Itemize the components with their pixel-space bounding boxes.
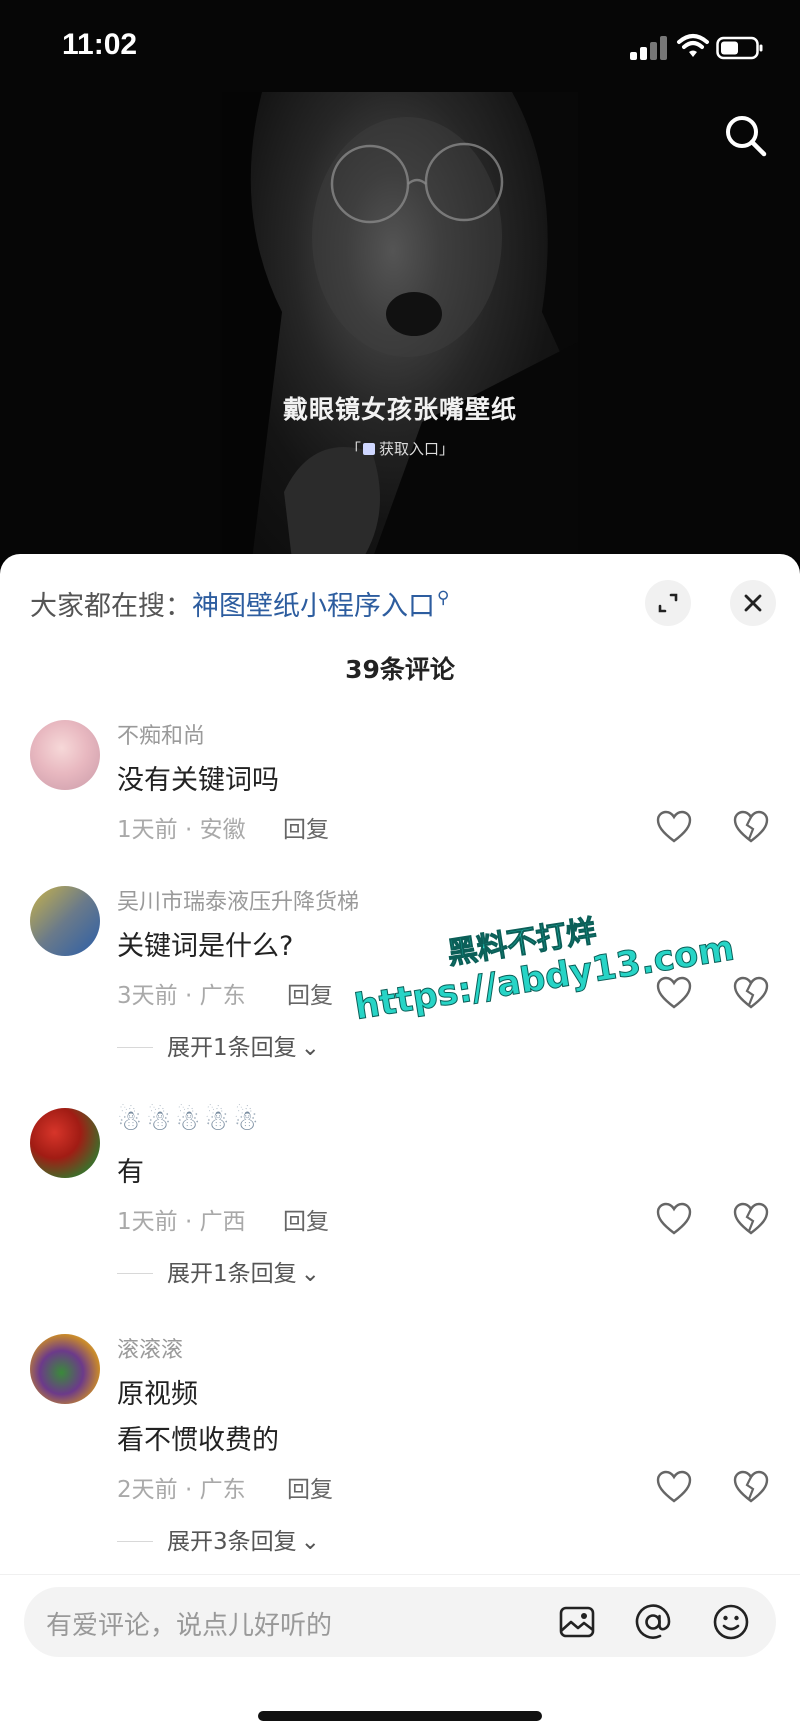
search-suggestion[interactable]: 大家都在搜：神图壁纸小程序入口 ⚲ <box>30 584 449 623</box>
home-indicator <box>258 1711 542 1721</box>
chevron-down-icon: ⌄ <box>300 1035 320 1061</box>
reply-button[interactable]: 回复 <box>287 976 333 1010</box>
reply-button[interactable]: 回复 <box>283 1202 329 1236</box>
comment-username[interactable]: 滚滚滚 <box>117 1332 183 1364</box>
broken-heart-icon[interactable] <box>733 976 769 1010</box>
image-icon[interactable] <box>558 1603 596 1641</box>
comment-meta: 3天前 · 广东 <box>117 983 246 1009</box>
wifi-icon <box>677 34 709 57</box>
expand-replies-label: 展开3条回复 <box>167 1529 297 1555</box>
heart-icon[interactable] <box>656 810 692 844</box>
comment-input[interactable]: 有爱评论，说点儿好听的 <box>24 1587 776 1657</box>
battery-icon <box>716 36 763 60</box>
search-icon[interactable] <box>720 110 772 162</box>
comment-sheet: 大家都在搜：神图壁纸小程序入口 ⚲ 39条评论 不痴和尚 没有关键词吗 1天前 ·… <box>0 554 800 1732</box>
heart-icon[interactable] <box>656 976 692 1010</box>
divider <box>117 1273 153 1274</box>
divider <box>117 1541 153 1542</box>
emoji-icon[interactable] <box>712 1603 750 1641</box>
status-bar: 11:02 <box>0 0 800 96</box>
checkbox-icon <box>362 443 375 455</box>
bracket-right: 」 <box>439 440 455 458</box>
search-small-icon: ⚲ <box>437 588 450 608</box>
status-time: 11:02 <box>62 28 138 61</box>
heart-icon[interactable] <box>656 1470 692 1504</box>
comment-text: 没有关键词吗 <box>117 765 279 796</box>
expand-button[interactable] <box>645 580 691 626</box>
video-title: 戴眼镜女孩张嘴壁纸 <box>282 395 517 424</box>
comment-text-line2: 看不惯收费的 <box>117 1425 279 1456</box>
signal-icon <box>630 36 668 60</box>
comment-input-placeholder: 有爱评论，说点儿好听的 <box>46 1611 333 1641</box>
reply-button[interactable]: 回复 <box>283 810 329 844</box>
comment-text: 关键词是什么? <box>117 931 294 962</box>
search-suggestion-prefix: 大家都在搜： <box>30 591 192 622</box>
broken-heart-icon[interactable] <box>733 1470 769 1504</box>
comment-count: 39条评论 <box>345 655 455 684</box>
comment-text: 有 <box>117 1157 144 1188</box>
at-icon[interactable] <box>634 1603 672 1641</box>
comment-text: 原视频 <box>117 1379 198 1410</box>
comment-input-bar: 有爱评论，说点儿好听的 <box>0 1574 800 1733</box>
broken-heart-icon[interactable] <box>733 810 769 844</box>
video-player[interactable]: 11:02 戴眼镜女孩张嘴壁纸 「 获取入口」 <box>0 0 800 560</box>
divider <box>117 1047 153 1048</box>
portrait-image <box>222 92 578 560</box>
close-icon <box>744 594 762 612</box>
comment-meta: 2天前 · 广东 <box>117 1477 246 1503</box>
reply-button[interactable]: 回复 <box>287 1470 333 1504</box>
close-button[interactable] <box>730 580 776 626</box>
expand-replies-button[interactable]: 展开3条回复 ⌄ <box>117 1522 320 1556</box>
expand-replies-label: 展开1条回复 <box>167 1261 297 1287</box>
comment-meta: 1天前 · 广西 <box>117 1209 246 1235</box>
comment-username[interactable]: 不痴和尚 <box>117 718 205 750</box>
chevron-down-icon: ⌄ <box>300 1261 320 1287</box>
avatar[interactable] <box>30 886 100 956</box>
expand-icon <box>658 593 678 613</box>
expand-replies-button[interactable]: 展开1条回复 ⌄ <box>117 1028 320 1062</box>
video-subtitle-text: 获取入口 <box>378 440 439 458</box>
comment-username[interactable]: ☃☃☃☃☃ <box>117 1104 263 1137</box>
video-frame: 戴眼镜女孩张嘴壁纸 「获取入口」 <box>222 92 578 560</box>
heart-icon[interactable] <box>656 1202 692 1236</box>
broken-heart-icon[interactable] <box>733 1202 769 1236</box>
bracket-left: 「 <box>345 440 361 458</box>
search-suggestion-keyword[interactable]: 神图壁纸小程序入口 <box>192 591 435 622</box>
comment-username[interactable]: 吴川市瑞泰液压升降货梯 <box>117 884 359 916</box>
avatar[interactable] <box>30 720 100 790</box>
chevron-down-icon: ⌄ <box>300 1529 320 1555</box>
comment-meta: 1天前 · 安徽 <box>117 817 246 843</box>
avatar[interactable] <box>30 1108 100 1178</box>
avatar[interactable] <box>30 1334 100 1404</box>
video-subtitle: 「获取入口」 <box>222 438 578 459</box>
expand-replies-button[interactable]: 展开1条回复 ⌄ <box>117 1254 320 1288</box>
expand-replies-label: 展开1条回复 <box>167 1035 297 1061</box>
